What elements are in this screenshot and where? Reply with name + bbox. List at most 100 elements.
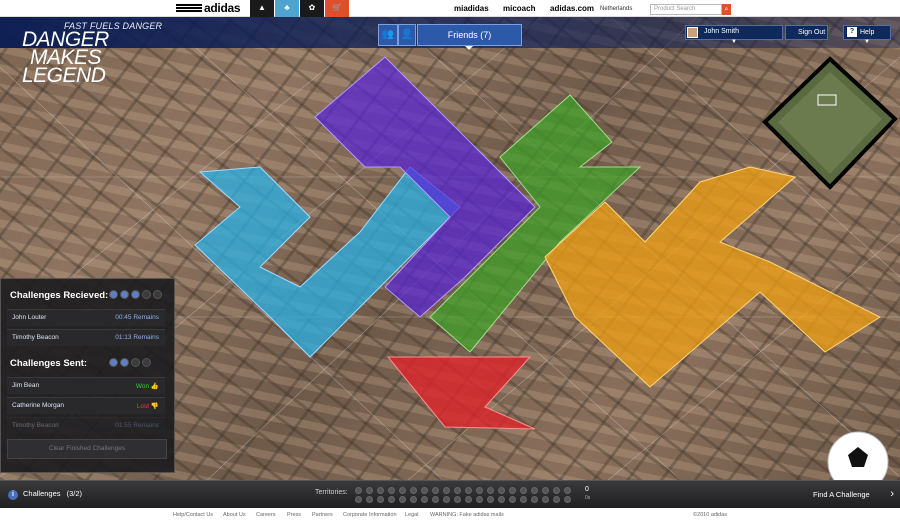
territory-slot: [443, 487, 450, 494]
indicator-dot: [131, 358, 140, 367]
territory-slot: [465, 487, 472, 494]
group-view-button[interactable]: 👥: [378, 24, 398, 46]
territory-slot: [410, 496, 417, 503]
territory-slot: [355, 496, 362, 503]
trefoil-icon: ♣: [284, 3, 290, 12]
clear-finished-button[interactable]: Clear Finished Challenges: [7, 439, 167, 459]
territory-slot: [476, 487, 483, 494]
micoach-link[interactable]: micoach: [503, 4, 535, 13]
sent-row[interactable]: Timothy Beacon 01:55 Remains: [7, 417, 165, 434]
territory-slot: [366, 496, 373, 503]
challenger-name: Timothy Beacon: [12, 334, 59, 341]
adidas-stripes-icon: [176, 4, 202, 13]
group-icon: 👥: [381, 29, 395, 40]
time-remaining: 00:45 Remains: [115, 314, 159, 321]
footer: Help/Contact Us About Us Careers Press P…: [0, 508, 900, 523]
territory-slot: [531, 487, 538, 494]
indicator-dot: [120, 290, 129, 299]
friends-tab[interactable]: Friends (7): [417, 24, 522, 46]
territory-slot: [542, 496, 549, 503]
champions-league-ball-icon: [827, 431, 889, 480]
chevron-down-icon: ▼: [731, 39, 737, 45]
product-search-input[interactable]: Product Search: [650, 4, 722, 15]
territory-slot: [410, 487, 417, 494]
challenges-toggle[interactable]: i Challenges (3/2): [8, 489, 82, 500]
sent-indicator: [109, 358, 151, 367]
territory-slot: [509, 496, 516, 503]
territory-slot: [520, 487, 527, 494]
challenges-label: Challenges: [23, 489, 61, 498]
received-row[interactable]: John Louter 00:45 Remains: [7, 309, 165, 326]
user-menu[interactable]: John Smith: [685, 25, 783, 40]
footer-link[interactable]: About Us: [223, 512, 246, 518]
territory-slot: [399, 487, 406, 494]
received-heading: Challenges Recieved:: [10, 290, 109, 301]
territory-slot: [542, 487, 549, 494]
originals-tile[interactable]: ♣: [275, 0, 299, 17]
territory-slot: [487, 487, 494, 494]
received-indicator: [109, 290, 162, 299]
search-icon[interactable]: ⌕: [722, 4, 731, 15]
territory-red: [386, 356, 536, 430]
footer-link[interactable]: WARNING: Fake adidas mails: [430, 512, 504, 518]
chevron-right-icon: ›: [890, 488, 894, 500]
chevron-down-icon: ▼: [864, 39, 870, 45]
footer-link[interactable]: Partners: [312, 512, 333, 518]
performance-icon: ▲: [258, 3, 266, 12]
sign-out-button[interactable]: Sign Out: [785, 25, 828, 40]
headline-line-3: LEGEND: [22, 64, 106, 87]
person-icon: 👤: [400, 29, 414, 40]
territory-slot: [564, 487, 571, 494]
footer-link[interactable]: Press: [287, 512, 301, 518]
indicator-dot: [142, 290, 151, 299]
indicator-dot: [109, 358, 118, 367]
territory-slot: [498, 487, 505, 494]
territory-slot: [520, 496, 527, 503]
territory-slots: [355, 487, 581, 504]
footer-link[interactable]: Corporate Information: [343, 512, 397, 518]
style-tile[interactable]: ✿: [300, 0, 324, 17]
opponent-name: Catherine Morgan: [12, 402, 65, 409]
campaign-title: FAST FUELS DANGER DANGER MAKES LEGEND: [0, 17, 190, 97]
miadidas-link[interactable]: miadidas: [454, 4, 489, 13]
territory-slot: [388, 496, 395, 503]
style-icon: ✿: [308, 3, 316, 12]
challenges-count: (3/2): [66, 489, 83, 498]
territory-slot: [476, 496, 483, 503]
adidas-logo[interactable]: adidas: [176, 1, 241, 15]
challenges-panel: Challenges Recieved: John Louter 00:45 R…: [0, 278, 175, 473]
shop-tile[interactable]: 🛒: [325, 0, 349, 17]
sport-performance-tile[interactable]: ▲: [250, 0, 274, 17]
help-button[interactable]: ? Help: [843, 25, 891, 40]
territory-slot: [443, 496, 450, 503]
indicator-dot: [120, 358, 129, 367]
sign-out-label: Sign Out: [798, 29, 826, 36]
territory-slot: [553, 496, 560, 503]
territory-slot: [454, 496, 461, 503]
brand-bar: adidas ▲ ♣ ✿ 🛒 miadidas micoach adidas.c…: [0, 0, 900, 17]
find-challenge-button[interactable]: Find A Challenge ›: [805, 481, 900, 508]
footer-link[interactable]: Legal: [405, 512, 418, 518]
received-row[interactable]: Timothy Beacon 01:13 Remains: [7, 329, 165, 346]
territory-slot: [509, 487, 516, 494]
indicator-dot: [131, 290, 140, 299]
territory-slot: [355, 487, 362, 494]
footer-link[interactable]: Careers: [256, 512, 276, 518]
sent-row[interactable]: Catherine Morgan Lost 👎: [7, 397, 165, 414]
thumbs-down-icon: 👎: [150, 403, 159, 410]
territory-count-bottom: 0s: [585, 495, 591, 501]
territory-slot: [377, 487, 384, 494]
campaign-headline: DANGER MAKES LEGEND: [22, 29, 152, 87]
help-label: Help: [860, 29, 875, 36]
territory-slot: [432, 496, 439, 503]
territory-count-top: 0: [585, 486, 589, 493]
brand-name: adidas: [204, 1, 241, 15]
footer-link[interactable]: Help/Contact Us: [173, 512, 213, 518]
territory-slot: [421, 487, 428, 494]
locale-link[interactable]: Netherlands: [600, 6, 632, 12]
sent-row[interactable]: Jim Bean Won 👍: [7, 377, 165, 394]
territory-count: 0 0s: [585, 485, 590, 503]
single-view-button[interactable]: 👤: [398, 24, 416, 46]
adidas-com-link[interactable]: adidas.com: [550, 4, 594, 13]
time-remaining: 01:55 Remains: [115, 422, 159, 429]
